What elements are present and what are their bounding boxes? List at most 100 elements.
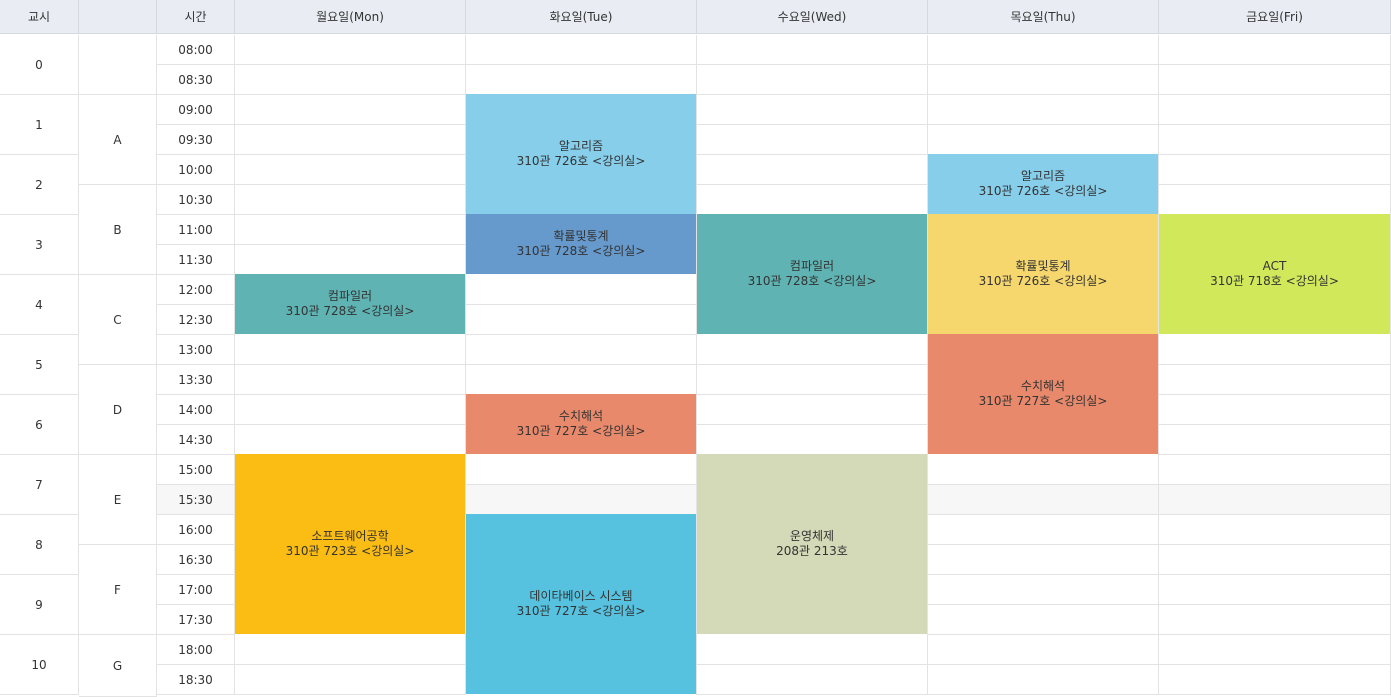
slot-cell[interactable] bbox=[466, 275, 697, 305]
slot-cell[interactable] bbox=[1159, 335, 1391, 365]
slot-cell[interactable] bbox=[928, 95, 1159, 125]
slot-cell[interactable] bbox=[1159, 95, 1391, 125]
block-cell: C bbox=[79, 275, 157, 365]
slot-cell[interactable] bbox=[928, 605, 1159, 635]
header-period: 교시 bbox=[0, 0, 79, 34]
slot-cell[interactable] bbox=[1159, 635, 1391, 665]
slot-cell[interactable] bbox=[697, 665, 928, 695]
slot-cell[interactable] bbox=[928, 545, 1159, 575]
course-block[interactable]: 컴파일러 310관 728호 <강의실> bbox=[697, 214, 927, 335]
slot-cell[interactable] bbox=[1159, 665, 1391, 695]
slot-cell[interactable] bbox=[697, 395, 928, 425]
course-room: 310관 723호 <강의실> bbox=[285, 544, 415, 558]
course-block[interactable]: 운영체제 208관 213호 bbox=[697, 454, 927, 635]
course-block[interactable]: 데이타베이스 시스템 310관 727호 <강의실> bbox=[466, 514, 696, 695]
course-block[interactable]: 수치해석 310관 727호 <강의실> bbox=[466, 394, 696, 455]
slot-cell[interactable] bbox=[235, 65, 466, 95]
course-block[interactable]: 컴파일러 310관 728호 <강의실> bbox=[235, 274, 465, 335]
slot-cell[interactable] bbox=[235, 125, 466, 155]
slot-cell[interactable] bbox=[1159, 485, 1391, 515]
slot-cell[interactable] bbox=[697, 95, 928, 125]
time-cell: 09:30 bbox=[157, 125, 235, 155]
slot-cell[interactable] bbox=[1159, 545, 1391, 575]
time-cell: 13:00 bbox=[157, 335, 235, 365]
course-block[interactable]: 알고리즘 310관 726호 <강의실> bbox=[928, 154, 1158, 215]
period-cell: 2 bbox=[0, 155, 79, 215]
slot-cell[interactable] bbox=[466, 35, 697, 65]
block-cell: F bbox=[79, 545, 157, 635]
slot-cell[interactable] bbox=[235, 425, 466, 455]
slot-cell[interactable] bbox=[928, 485, 1159, 515]
slot-cell[interactable] bbox=[466, 485, 697, 515]
slot-cell[interactable] bbox=[466, 305, 697, 335]
slot-cell[interactable] bbox=[1159, 605, 1391, 635]
time-cell: 14:30 bbox=[157, 425, 235, 455]
header-thu: 목요일(Thu) bbox=[928, 0, 1159, 34]
slot-cell[interactable] bbox=[697, 185, 928, 215]
course-name: 확률및통계 bbox=[553, 229, 609, 243]
slot-cell[interactable] bbox=[928, 455, 1159, 485]
slot-cell[interactable] bbox=[235, 155, 466, 185]
header-mon: 월요일(Mon) bbox=[235, 0, 466, 34]
time-cell: 16:00 bbox=[157, 515, 235, 545]
header-block bbox=[79, 0, 157, 34]
slot-cell[interactable] bbox=[697, 65, 928, 95]
slot-cell[interactable] bbox=[928, 665, 1159, 695]
slot-cell[interactable] bbox=[235, 35, 466, 65]
slot-cell[interactable] bbox=[697, 155, 928, 185]
time-cell: 18:30 bbox=[157, 665, 235, 695]
slot-cell[interactable] bbox=[235, 335, 466, 365]
slot-cell[interactable] bbox=[1159, 365, 1391, 395]
slot-cell[interactable] bbox=[928, 35, 1159, 65]
slot-cell[interactable] bbox=[697, 335, 928, 365]
slot-cell[interactable] bbox=[1159, 425, 1391, 455]
slot-cell[interactable] bbox=[235, 215, 466, 245]
slot-cell[interactable] bbox=[1159, 515, 1391, 545]
slot-cell[interactable] bbox=[1159, 395, 1391, 425]
slot-cell[interactable] bbox=[1159, 155, 1391, 185]
slot-cell[interactable] bbox=[697, 635, 928, 665]
time-cell: 17:00 bbox=[157, 575, 235, 605]
slot-cell[interactable] bbox=[466, 65, 697, 95]
course-block[interactable]: ACT 310관 718호 <강의실> bbox=[1159, 214, 1390, 335]
slot-cell[interactable] bbox=[928, 575, 1159, 605]
slot-cell[interactable] bbox=[466, 335, 697, 365]
slot-cell[interactable] bbox=[928, 635, 1159, 665]
period-cell: 1 bbox=[0, 95, 79, 155]
header-time: 시간 bbox=[157, 0, 235, 34]
slot-cell[interactable] bbox=[928, 125, 1159, 155]
slot-cell[interactable] bbox=[235, 635, 466, 665]
course-block[interactable]: 수치해석 310관 727호 <강의실> bbox=[928, 334, 1158, 455]
slot-cell[interactable] bbox=[928, 65, 1159, 95]
period-cell: 3 bbox=[0, 215, 79, 275]
slot-cell[interactable] bbox=[466, 365, 697, 395]
slot-cell[interactable] bbox=[235, 245, 466, 275]
slot-cell[interactable] bbox=[235, 665, 466, 695]
slot-cell[interactable] bbox=[1159, 455, 1391, 485]
block-cell: A bbox=[79, 95, 157, 185]
course-block[interactable]: 소프트웨어공학 310관 723호 <강의실> bbox=[235, 454, 465, 635]
slot-cell[interactable] bbox=[697, 365, 928, 395]
slot-cell[interactable] bbox=[1159, 125, 1391, 155]
slot-cell[interactable] bbox=[697, 35, 928, 65]
course-block[interactable]: 확률및통계 310관 726호 <강의실> bbox=[928, 214, 1158, 335]
slot-cell[interactable] bbox=[1159, 185, 1391, 215]
time-cell: 10:00 bbox=[157, 155, 235, 185]
slot-cell[interactable] bbox=[928, 515, 1159, 545]
slot-cell[interactable] bbox=[235, 95, 466, 125]
slot-cell[interactable] bbox=[1159, 65, 1391, 95]
slot-cell[interactable] bbox=[235, 185, 466, 215]
course-name: 컴파일러 bbox=[789, 259, 835, 273]
time-cell: 11:30 bbox=[157, 245, 235, 275]
block-cell: B bbox=[79, 185, 157, 275]
slot-cell[interactable] bbox=[235, 395, 466, 425]
slot-cell[interactable] bbox=[466, 455, 697, 485]
slot-cell[interactable] bbox=[235, 365, 466, 395]
course-block[interactable]: 확률및통계 310관 728호 <강의실> bbox=[466, 214, 696, 275]
slot-cell[interactable] bbox=[697, 425, 928, 455]
course-block[interactable]: 알고리즘 310관 726호 <강의실> bbox=[466, 94, 696, 215]
slot-cell[interactable] bbox=[1159, 35, 1391, 65]
course-name: 수치해석 bbox=[1020, 379, 1066, 393]
slot-cell[interactable] bbox=[1159, 575, 1391, 605]
slot-cell[interactable] bbox=[697, 125, 928, 155]
